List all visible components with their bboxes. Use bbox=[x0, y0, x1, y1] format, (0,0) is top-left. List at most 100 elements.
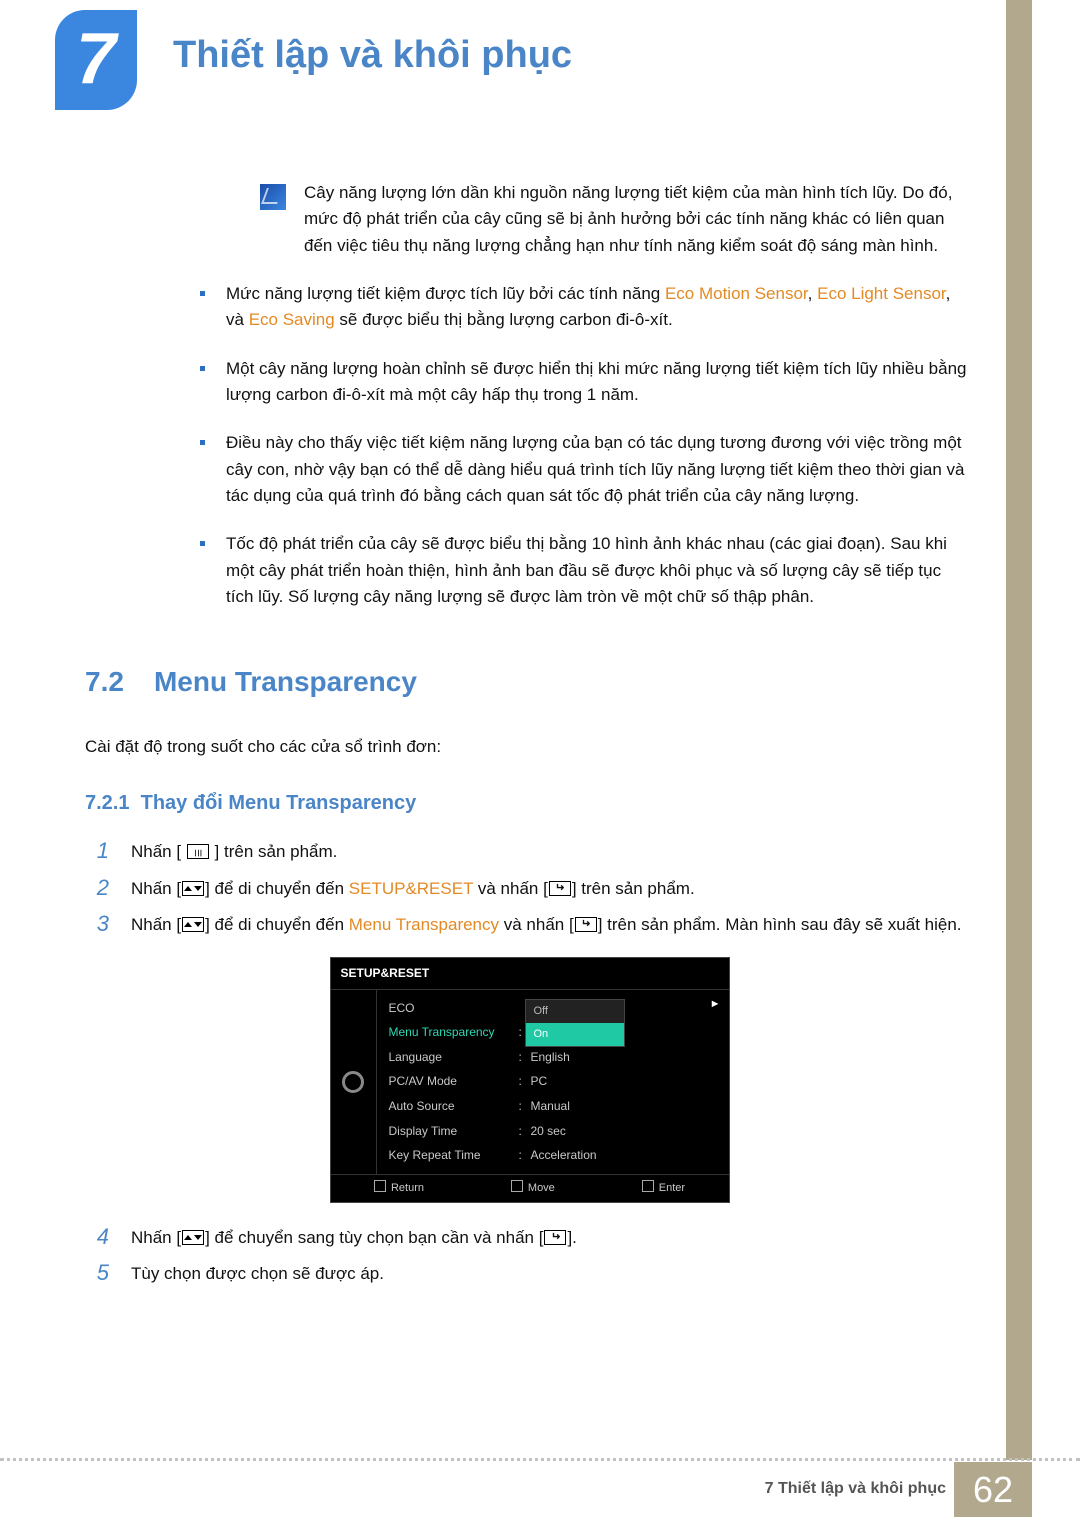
osd-bottom-move: Move bbox=[511, 1180, 555, 1197]
step-number: 4 bbox=[89, 1223, 109, 1252]
step-number: 3 bbox=[89, 910, 109, 939]
bullet-text: , bbox=[808, 284, 817, 303]
osd-colon: : bbox=[519, 1072, 531, 1091]
subsection-number: 7.2.1 bbox=[85, 792, 129, 814]
osd-value: English bbox=[531, 1048, 570, 1067]
section-heading: 7.2 Menu Transparency bbox=[85, 660, 970, 703]
footer: 7 Thiết lập và khôi phục 62 bbox=[0, 1458, 1080, 1518]
updown-button-icon bbox=[182, 917, 204, 932]
highlight: Menu Transparency bbox=[349, 915, 499, 934]
step-body: Nhấn [ ] để di chuyển đến SETUP&RESET và … bbox=[131, 874, 695, 903]
osd-title: SETUP&RESET bbox=[331, 958, 729, 990]
enter-button-icon bbox=[544, 1230, 566, 1245]
step-text: ] trên sản phẩm. Màn hình sau đây sẽ xuấ… bbox=[598, 915, 962, 934]
step-item: 2 Nhấn [ ] để di chuyển đến SETUP&RESET v… bbox=[89, 874, 970, 903]
step-text: ] để chuyển sang tùy chọn bạn cần và nhấ… bbox=[205, 1228, 543, 1247]
enter-button-icon bbox=[575, 917, 597, 932]
bullet-text: Mức năng lượng tiết kiệm được tích lũy b… bbox=[226, 284, 665, 303]
osd-value: 20 sec bbox=[531, 1122, 566, 1141]
step-body: Nhấn [ ] để di chuyển đến Menu Transparen… bbox=[131, 910, 962, 939]
step-text: Nhấn [ bbox=[131, 842, 186, 861]
osd-panel: SETUP&RESET ECO ► Menu Transparency: bbox=[330, 957, 730, 1203]
step-item: 5 Tùy chọn được chọn sẽ được áp. bbox=[89, 1259, 970, 1288]
highlight: Eco Saving bbox=[249, 310, 335, 329]
osd-label: Display Time bbox=[389, 1122, 519, 1141]
bullet-item: Điều này cho thấy việc tiết kiệm năng lư… bbox=[200, 430, 970, 509]
step-text: Nhấn [ bbox=[131, 915, 181, 934]
step-item: 3 Nhấn [ ] để di chuyển đến Menu Transpar… bbox=[89, 910, 970, 939]
osd-bottom-enter: Enter bbox=[642, 1180, 685, 1197]
updown-button-icon bbox=[182, 881, 204, 896]
chapter-number-box: 7 bbox=[55, 10, 137, 110]
chapter-title: Thiết lập và khôi phục bbox=[173, 10, 572, 85]
subsection-heading: 7.2.1 Thay đổi Menu Transparency bbox=[85, 788, 970, 819]
enter-button-icon bbox=[549, 881, 571, 896]
osd-list: ECO ► Menu Transparency: Language:Englis… bbox=[377, 990, 729, 1174]
osd-row: Key Repeat Time:Acceleration bbox=[377, 1143, 729, 1168]
osd-popup: Off On bbox=[525, 999, 625, 1047]
step-text: ] trên sản phẩm. bbox=[572, 879, 695, 898]
step-number: 2 bbox=[89, 874, 109, 903]
section-title: Menu Transparency bbox=[154, 660, 417, 703]
step-text: ] để di chuyển đến bbox=[205, 915, 349, 934]
chapter-number: 7 bbox=[76, 4, 116, 116]
bullet-item: Tốc độ phát triển của cây sẽ được biểu t… bbox=[200, 531, 970, 610]
osd-value: Acceleration bbox=[531, 1146, 597, 1165]
osd-label: ECO bbox=[389, 999, 519, 1018]
bullet-text: sẽ được biểu thị bằng lượng carbon đi-ô-… bbox=[335, 310, 673, 329]
highlight: SETUP&RESET bbox=[349, 879, 473, 898]
osd-label: Auto Source bbox=[389, 1097, 519, 1116]
chapter-header: 7 Thiết lập và khôi phục bbox=[0, 0, 1080, 110]
updown-button-icon bbox=[182, 1230, 204, 1245]
osd-right-arrow-icon: ► bbox=[710, 996, 721, 1013]
osd-label: PC/AV Mode bbox=[389, 1072, 519, 1091]
subsection-title: Thay đổi Menu Transparency bbox=[141, 792, 417, 814]
osd-option-selected: On bbox=[526, 1023, 624, 1046]
step-number: 1 bbox=[89, 837, 109, 866]
osd-row: Auto Source:Manual bbox=[377, 1094, 729, 1119]
osd-gear-column bbox=[331, 990, 377, 1174]
osd-row: Display Time:20 sec bbox=[377, 1119, 729, 1144]
bullet-item: Một cây năng lượng hoàn chỉnh sẽ được hi… bbox=[200, 356, 970, 409]
step-text: ] trên sản phẩm. bbox=[210, 842, 338, 861]
osd-label: Key Repeat Time bbox=[389, 1146, 519, 1165]
osd-bottom-bar: Return Move Enter bbox=[331, 1174, 729, 1202]
osd-value: Manual bbox=[531, 1097, 570, 1116]
step-body: Tùy chọn được chọn sẽ được áp. bbox=[131, 1259, 384, 1288]
note-text: Cây năng lượng lớn dần khi nguồn năng lư… bbox=[304, 180, 970, 259]
page-body: Cây năng lượng lớn dần khi nguồn năng lư… bbox=[0, 110, 1080, 1288]
section-number: 7.2 bbox=[85, 660, 124, 703]
step-text: ]. bbox=[567, 1228, 576, 1247]
footer-page-number: 62 bbox=[954, 1462, 1032, 1517]
step-text: ] để di chuyển đến bbox=[205, 879, 349, 898]
gear-icon bbox=[342, 1071, 364, 1093]
highlight: Eco Motion Sensor bbox=[665, 284, 808, 303]
bullet-list: Mức năng lượng tiết kiệm được tích lũy b… bbox=[200, 281, 970, 610]
osd-body: ECO ► Menu Transparency: Language:Englis… bbox=[331, 990, 729, 1174]
step-item: 4 Nhấn [ ] để chuyển sang tùy chọn bạn cầ… bbox=[89, 1223, 970, 1252]
footer-chapter: 7 Thiết lập và khôi phục bbox=[765, 1477, 954, 1502]
steps-list: 1 Nhấn [ ] trên sản phẩm. 2 Nhấn [ ] để d… bbox=[89, 837, 970, 1288]
osd-screenshot: SETUP&RESET ECO ► Menu Transparency: bbox=[89, 957, 970, 1203]
step-text: Nhấn [ bbox=[131, 879, 181, 898]
osd-colon: : bbox=[519, 1097, 531, 1116]
osd-colon: : bbox=[519, 1122, 531, 1141]
step-text: Nhấn [ bbox=[131, 1228, 181, 1247]
step-body: Nhấn [ ] trên sản phẩm. bbox=[131, 837, 337, 866]
osd-row: PC/AV Mode:PC bbox=[377, 1069, 729, 1094]
osd-bottom-return: Return bbox=[374, 1180, 424, 1197]
bullet-item: Mức năng lượng tiết kiệm được tích lũy b… bbox=[200, 281, 970, 334]
osd-colon: : bbox=[519, 1146, 531, 1165]
osd-colon: : bbox=[519, 1048, 531, 1067]
note-icon bbox=[260, 184, 286, 210]
side-strip bbox=[1006, 0, 1032, 1460]
osd-value: PC bbox=[531, 1072, 548, 1091]
step-text: và nhấn [ bbox=[499, 915, 574, 934]
section-intro: Cài đặt độ trong suốt cho các cửa sổ trì… bbox=[85, 734, 970, 760]
osd-label: Menu Transparency bbox=[389, 1023, 519, 1042]
highlight: Eco Light Sensor bbox=[817, 284, 946, 303]
step-number: 5 bbox=[89, 1259, 109, 1288]
step-text: và nhấn [ bbox=[473, 879, 548, 898]
step-body: Nhấn [ ] để chuyển sang tùy chọn bạn cần … bbox=[131, 1223, 577, 1252]
menu-button-icon bbox=[187, 844, 209, 859]
